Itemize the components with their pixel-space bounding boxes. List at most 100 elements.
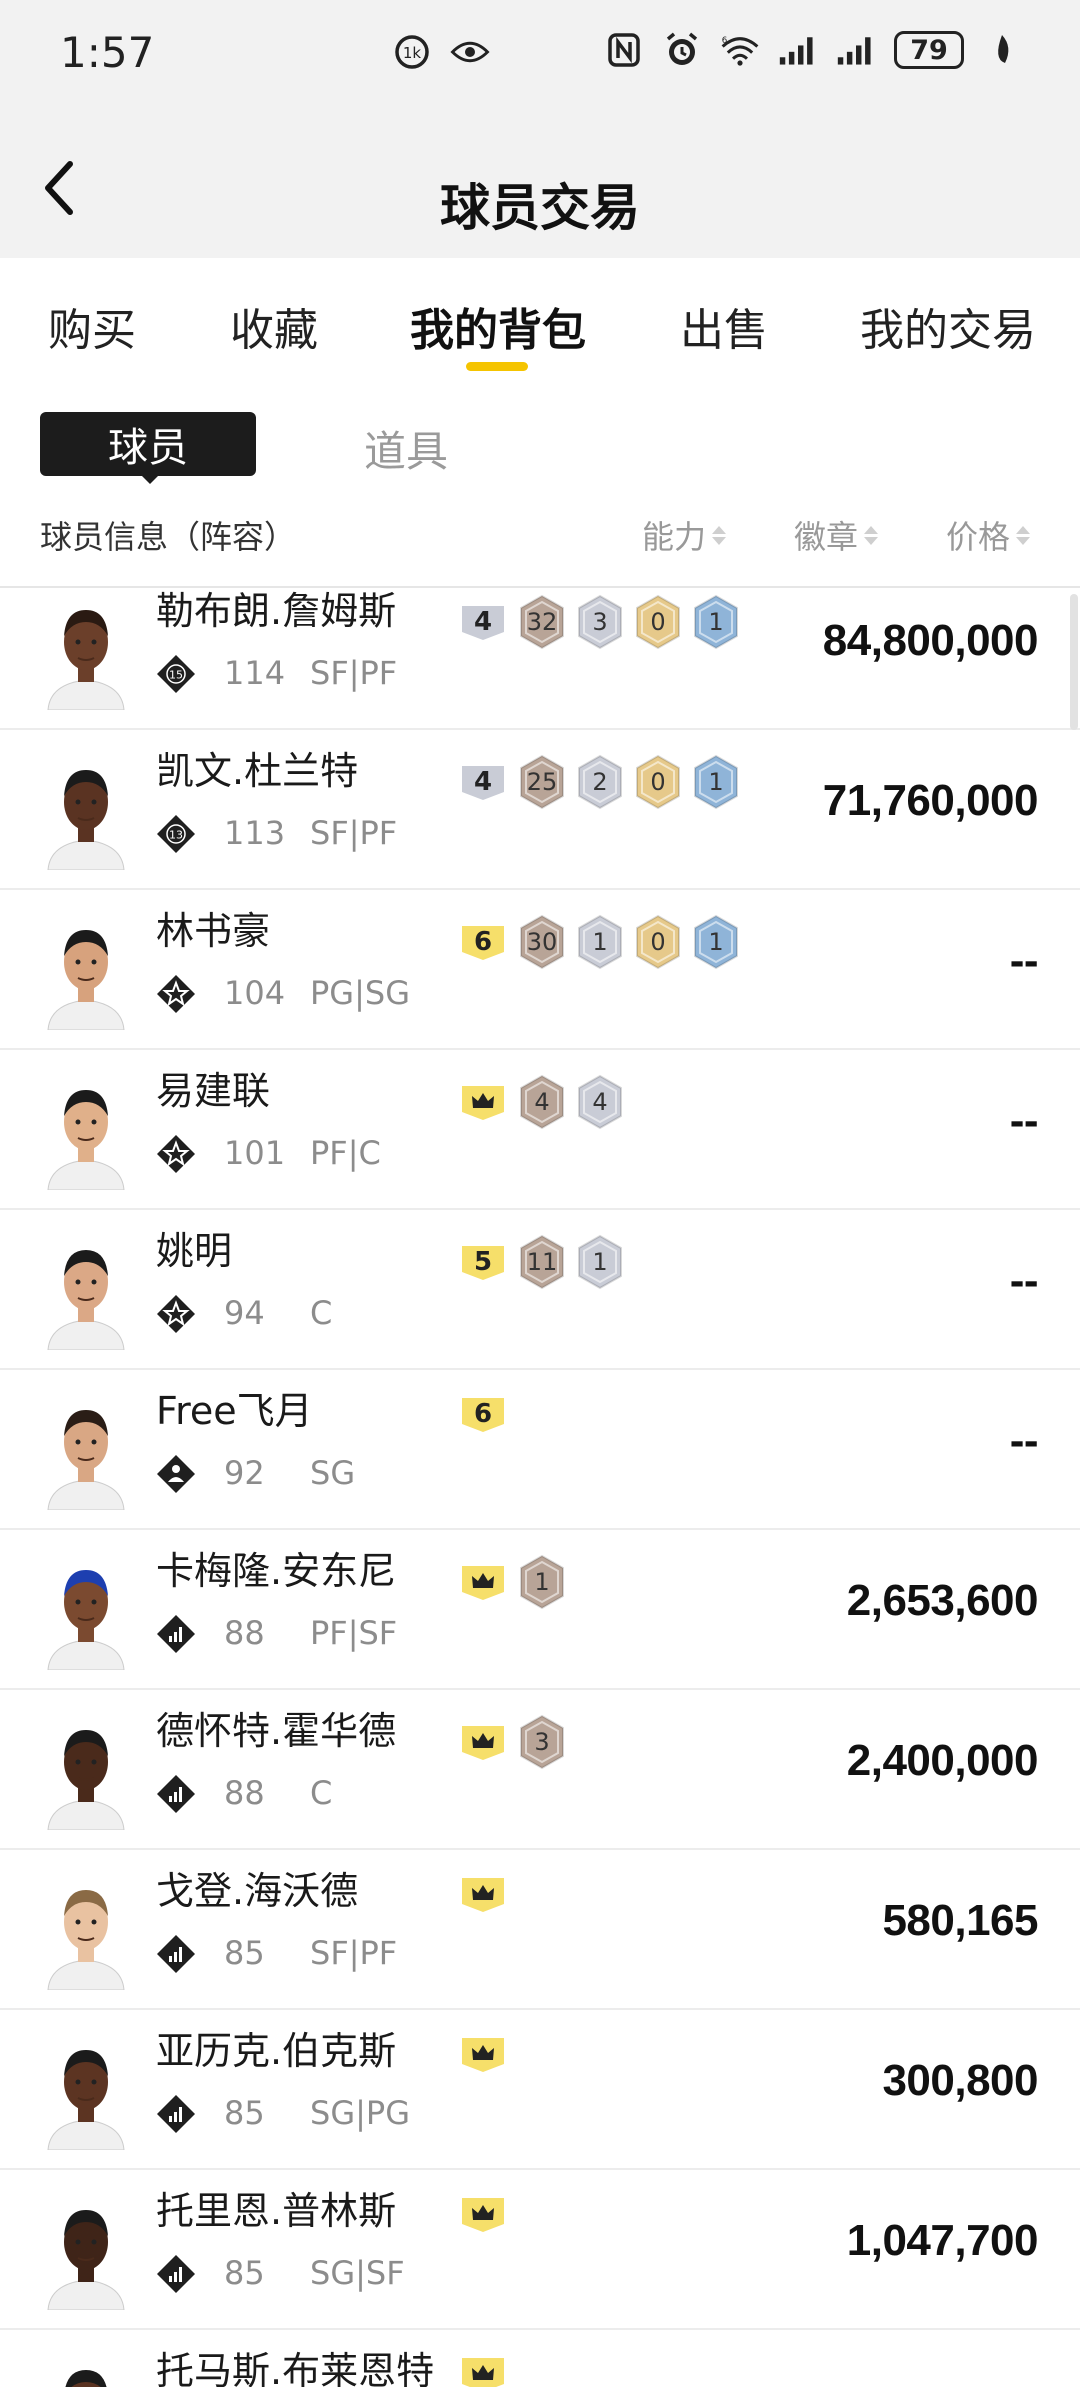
badge-count: 3 bbox=[592, 608, 608, 636]
player-row[interactable]: 易建联 101 PF|C 4 4 -- bbox=[0, 1050, 1080, 1210]
badge-count: 1 bbox=[708, 768, 724, 796]
badge-group bbox=[458, 1874, 508, 1914]
badge-group bbox=[458, 2194, 508, 2234]
player-position: SF|PF bbox=[310, 654, 398, 692]
crown-level-icon bbox=[458, 1722, 508, 1762]
player-rating: 85 bbox=[224, 1934, 265, 1972]
player-avatar bbox=[40, 1712, 132, 1831]
sort-price-label: 价格 bbox=[946, 518, 1011, 556]
svg-text:1k: 1k bbox=[403, 44, 422, 62]
badge-count-icon: 1 bbox=[518, 1554, 566, 1610]
player-list[interactable]: 勒布朗.詹姆斯 15 114 SF|PF 4 32 3 0 1 84,800,000 凯文.杜兰特 1… bbox=[0, 586, 1080, 2387]
column-player-info: 球员信息（阵容） bbox=[40, 518, 297, 556]
data-saver-icon: 1k bbox=[392, 32, 432, 72]
player-position: SF|PF bbox=[310, 1934, 398, 1972]
player-name: 托里恩.普林斯 bbox=[156, 2189, 397, 2233]
tab-sell[interactable]: 出售 bbox=[680, 294, 768, 358]
player-rating: 114 bbox=[224, 654, 286, 692]
sort-ability[interactable]: 能力 bbox=[642, 512, 727, 558]
badge-count-icon: 0 bbox=[634, 914, 682, 970]
status-bar: 1:57 1k 6 79 bbox=[0, 0, 1080, 110]
tab-favorites[interactable]: 收藏 bbox=[230, 294, 318, 358]
player-row[interactable]: 托里恩.普林斯 85 SG|SF 1,047,700 bbox=[0, 2170, 1080, 2330]
player-position: SG|PG bbox=[310, 2094, 410, 2132]
tier-icon bbox=[156, 2094, 196, 2134]
crown-level-icon bbox=[458, 1082, 508, 1122]
badge-count: 11 bbox=[526, 1248, 558, 1276]
player-price: -- bbox=[1009, 1096, 1039, 1145]
player-position: C bbox=[310, 1774, 333, 1812]
player-rating: 104 bbox=[224, 974, 286, 1012]
player-row[interactable]: Free飞月 92 SG 6 -- bbox=[0, 1370, 1080, 1530]
nfc-icon bbox=[604, 30, 644, 70]
badge-count-icon: 4 bbox=[518, 1074, 566, 1130]
sort-price[interactable]: 价格 bbox=[946, 512, 1031, 558]
badge-count-icon: 3 bbox=[576, 594, 624, 650]
player-name: 林书豪 bbox=[156, 909, 271, 953]
tab-buy[interactable]: 购买 bbox=[48, 294, 136, 358]
ability-level-value: 6 bbox=[473, 927, 493, 957]
ability-level-value: 4 bbox=[473, 607, 493, 637]
tier-icon bbox=[156, 1134, 196, 1174]
badge-count: 25 bbox=[526, 768, 558, 796]
player-name: 德怀特.霍华德 bbox=[156, 1709, 397, 1753]
player-avatar bbox=[40, 1072, 132, 1191]
badge-count: 0 bbox=[650, 608, 666, 636]
tier-icon bbox=[156, 974, 196, 1014]
battery-icon: 79 bbox=[894, 31, 964, 69]
tier-icon: 15 bbox=[156, 654, 196, 694]
player-row[interactable]: 卡梅隆.安东尼 88 PF|SF 1 2,653,600 bbox=[0, 1530, 1080, 1690]
tab-my-backpack[interactable]: 我的背包 bbox=[410, 294, 586, 358]
sort-ability-label: 能力 bbox=[642, 518, 707, 556]
player-name: 凯文.杜兰特 bbox=[156, 749, 359, 793]
crown-level-icon bbox=[458, 1562, 508, 1602]
crown-level-icon bbox=[458, 2194, 508, 2234]
scrollbar[interactable] bbox=[1070, 594, 1078, 730]
player-row[interactable]: 勒布朗.詹姆斯 15 114 SF|PF 4 32 3 0 1 84,800,000 bbox=[0, 588, 1080, 730]
svg-text:13: 13 bbox=[169, 829, 183, 842]
player-row[interactable]: 凯文.杜兰特 13 113 SF|PF 4 25 2 0 1 71,760,000 bbox=[0, 730, 1080, 890]
badge-group: 4 32 3 0 1 bbox=[458, 594, 740, 650]
badge-count-icon: 0 bbox=[634, 594, 682, 650]
badge-count: 1 bbox=[708, 928, 724, 956]
player-position: SG bbox=[310, 1454, 356, 1492]
player-price: 84,800,000 bbox=[822, 616, 1039, 665]
badge-group: 1 bbox=[458, 1554, 566, 1610]
tab-my-trades[interactable]: 我的交易 bbox=[860, 294, 1036, 358]
player-price: -- bbox=[1009, 936, 1039, 985]
player-name: 易建联 bbox=[156, 1069, 271, 1113]
badge-count: 4 bbox=[534, 1088, 550, 1116]
sort-badges[interactable]: 徽章 bbox=[794, 512, 879, 558]
player-row[interactable]: 姚明 94 C 5 11 1 -- bbox=[0, 1210, 1080, 1370]
tier-icon bbox=[156, 1934, 196, 1974]
player-row[interactable]: 托马斯.布莱恩特 bbox=[0, 2330, 1080, 2387]
ability-level-value: 6 bbox=[473, 1399, 493, 1429]
ability-level-badge: 6 bbox=[458, 922, 508, 962]
tier-icon bbox=[156, 2254, 196, 2294]
player-avatar bbox=[40, 752, 132, 871]
player-row[interactable]: 林书豪 104 PG|SG 6 30 1 0 1 -- bbox=[0, 890, 1080, 1050]
badge-count: 30 bbox=[526, 928, 558, 956]
segment-pointer bbox=[138, 472, 162, 484]
page-title: 球员交易 bbox=[440, 179, 640, 237]
player-row[interactable]: 德怀特.霍华德 88 C 3 2,400,000 bbox=[0, 1690, 1080, 1850]
player-name: 戈登.海沃德 bbox=[156, 1869, 359, 1913]
segment-items[interactable]: 道具 bbox=[364, 418, 448, 479]
player-position: C bbox=[310, 1294, 333, 1332]
player-name: 亚历克.伯克斯 bbox=[156, 2029, 397, 2073]
badge-count: 4 bbox=[592, 1088, 608, 1116]
signal-icon bbox=[778, 30, 818, 70]
player-avatar bbox=[40, 1232, 132, 1351]
badge-group bbox=[458, 2034, 508, 2074]
player-row[interactable]: 戈登.海沃德 85 SF|PF 580,165 bbox=[0, 1850, 1080, 2010]
player-rating: 113 bbox=[224, 814, 286, 852]
segment-players[interactable]: 球员 bbox=[40, 412, 256, 476]
player-name: 勒布朗.詹姆斯 bbox=[156, 589, 397, 633]
player-rating: 88 bbox=[224, 1614, 265, 1652]
signal-icon-2 bbox=[836, 30, 876, 70]
player-avatar bbox=[40, 1392, 132, 1511]
badge-count-icon: 1 bbox=[576, 1234, 624, 1290]
tier-icon bbox=[156, 1774, 196, 1814]
player-row[interactable]: 亚历克.伯克斯 85 SG|PG 300,800 bbox=[0, 2010, 1080, 2170]
badge-group: 44 bbox=[458, 1074, 624, 1130]
